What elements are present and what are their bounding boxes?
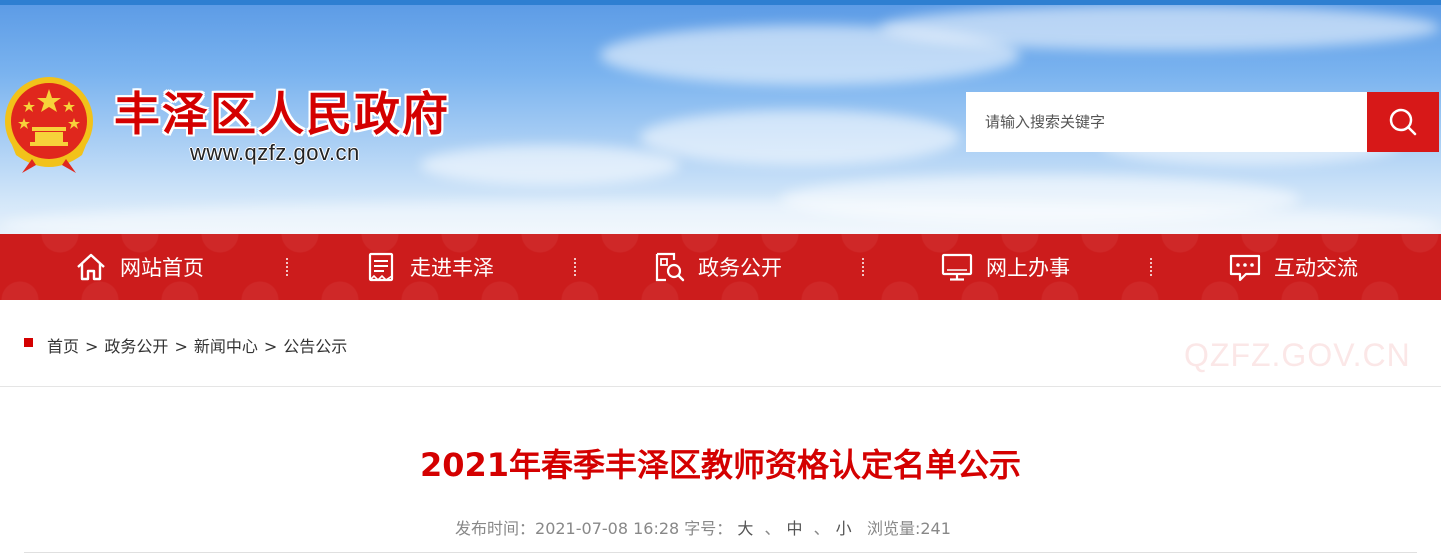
breadcrumb-announcements[interactable]: 公告公示 — [283, 337, 347, 356]
search-input[interactable] — [966, 92, 1367, 152]
nav-divider — [286, 258, 288, 276]
nav-label: 走进丰泽 — [410, 256, 494, 280]
font-size-medium-button[interactable]: 中 — [787, 519, 803, 538]
nav-item-interaction[interactable]: 互动交流 — [1228, 234, 1358, 300]
search-button[interactable] — [1367, 92, 1439, 152]
site-name[interactable]: 丰泽区人民政府 — [114, 78, 450, 144]
breadcrumb-bar: 首页 > 政务公开 > 新闻中心 > 公告公示 QZFZ.GOV.CN — [0, 300, 1441, 387]
breadcrumb-separator: > — [263, 337, 278, 356]
publish-time: 2021-07-08 16:28 — [535, 519, 680, 538]
nav-label: 网上办事 — [986, 256, 1070, 280]
font-size-small-button[interactable]: 小 — [836, 519, 852, 538]
chat-icon — [1228, 250, 1262, 284]
breadcrumb-separator: > — [174, 337, 188, 356]
views-label: 浏览量: — [866, 519, 921, 538]
search-icon — [1389, 108, 1417, 136]
breadcrumb-separator: > — [85, 337, 99, 356]
nav-label: 网站首页 — [120, 256, 204, 280]
nav-divider — [574, 258, 576, 276]
nav-divider — [862, 258, 864, 276]
publish-label: 发布时间： — [455, 519, 536, 538]
font-size-large-button[interactable]: 大 — [737, 519, 753, 538]
monitor-icon — [940, 250, 974, 284]
breadcrumb-news-center[interactable]: 新闻中心 — [194, 337, 258, 356]
cloud-decoration — [640, 110, 960, 165]
nav-label: 政务公开 — [698, 256, 782, 280]
breadcrumb: 首页 > 政务公开 > 新闻中心 > 公告公示 — [47, 333, 347, 357]
nav-divider — [1150, 258, 1152, 276]
search-doc-icon — [652, 250, 686, 284]
document-icon — [364, 250, 398, 284]
breadcrumb-gov-affairs[interactable]: 政务公开 — [104, 337, 168, 356]
nav-label: 互动交流 — [1274, 256, 1358, 280]
font-size-separator: 、 — [764, 519, 781, 538]
nav-item-gov-affairs[interactable]: 政务公开 — [652, 234, 782, 300]
nav-item-home[interactable]: 网站首页 — [74, 234, 204, 300]
site-url[interactable]: www.qzfz.gov.cn — [190, 140, 360, 166]
cloud-decoration — [880, 5, 1440, 50]
nav-item-online-service[interactable]: 网上办事 — [940, 234, 1070, 300]
views-count: 241 — [920, 519, 951, 538]
font-size-separator: 、 — [813, 519, 830, 538]
main-nav: 网站首页 走进丰泽 政务公开 网上办事 互动交流 — [0, 234, 1441, 300]
nav-item-about[interactable]: 走进丰泽 — [364, 234, 494, 300]
breadcrumb-marker-icon — [24, 338, 33, 347]
home-icon — [74, 250, 108, 284]
font-size-label: 字号： — [684, 519, 733, 538]
breadcrumb-home[interactable]: 首页 — [47, 337, 79, 356]
site-watermark: QZFZ.GOV.CN — [1184, 337, 1411, 373]
cloud-decoration — [420, 145, 680, 185]
article-meta: 发布时间：2021-07-08 16:28 字号： 大 、中 、小 浏览量:24… — [455, 515, 951, 539]
content-divider — [24, 552, 1417, 553]
article-title: 2021年春季丰泽区教师资格认定名单公示 — [419, 446, 1022, 484]
national-emblem-icon — [5, 77, 93, 173]
